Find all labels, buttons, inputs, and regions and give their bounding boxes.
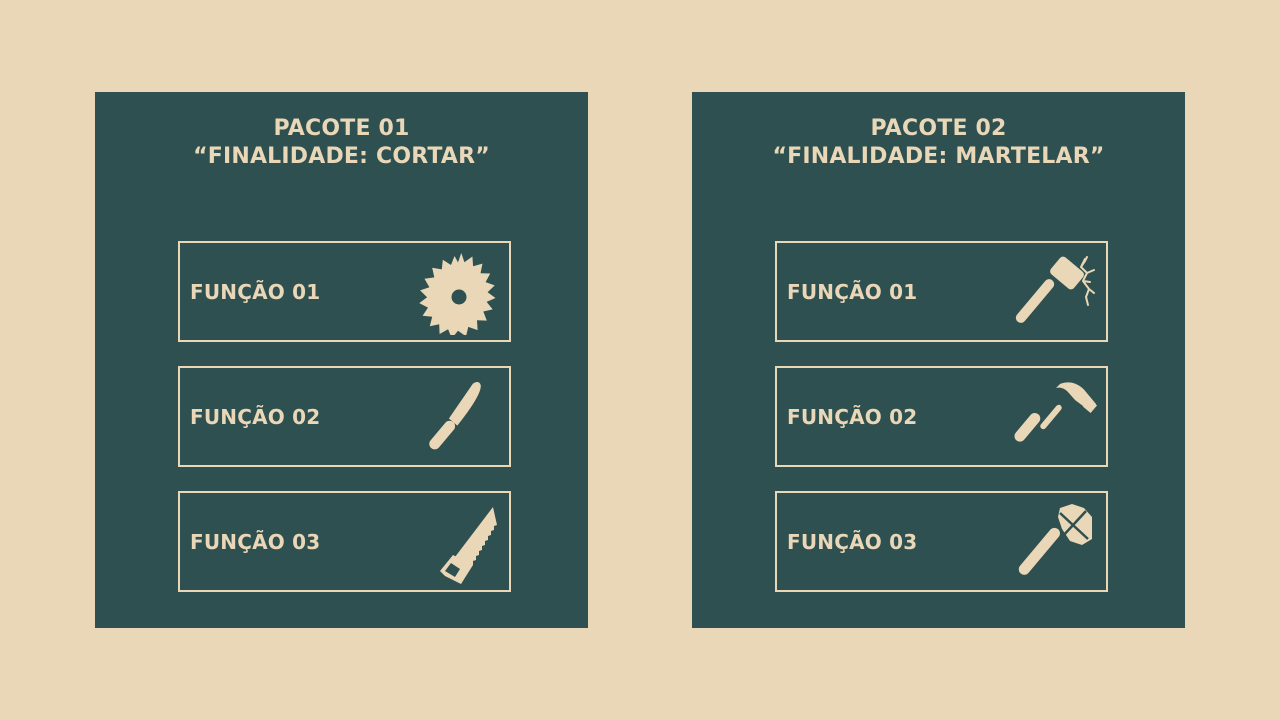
package-panel-01: PACOTE 01 “FINALIDADE: CORTAR” FUNÇÃO 01…	[95, 92, 588, 628]
package-title: PACOTE 01 “FINALIDADE: CORTAR”	[95, 115, 588, 171]
function-box-03: FUNÇÃO 03	[178, 491, 511, 592]
function-label: FUNÇÃO 03	[190, 529, 321, 554]
knife-icon	[415, 374, 501, 460]
function-label: FUNÇÃO 02	[190, 404, 321, 429]
function-box-01: FUNÇÃO 01	[775, 241, 1108, 342]
stone-hammer-icon	[1012, 499, 1098, 585]
function-label: FUNÇÃO 01	[190, 279, 321, 304]
mallet-icon	[1012, 249, 1098, 335]
function-label: FUNÇÃO 02	[787, 404, 918, 429]
function-box-02: FUNÇÃO 02	[178, 366, 511, 467]
package-panel-02: PACOTE 02 “FINALIDADE: MARTELAR” FUNÇÃO …	[692, 92, 1185, 628]
circular-saw-blade-icon	[415, 249, 501, 335]
hand-saw-icon	[415, 499, 501, 585]
function-label: FUNÇÃO 03	[787, 529, 918, 554]
function-box-03: FUNÇÃO 03	[775, 491, 1108, 592]
package-title-line1: PACOTE 02	[870, 116, 1007, 141]
package-title-line2: “FINALIDADE: CORTAR”	[193, 144, 490, 169]
function-label: FUNÇÃO 01	[787, 279, 918, 304]
function-box-01: FUNÇÃO 01	[178, 241, 511, 342]
package-title-line1: PACOTE 01	[273, 116, 410, 141]
package-title: PACOTE 02 “FINALIDADE: MARTELAR”	[692, 115, 1185, 171]
package-title-line2: “FINALIDADE: MARTELAR”	[772, 144, 1105, 169]
function-box-02: FUNÇÃO 02	[775, 366, 1108, 467]
claw-hammer-icon	[1012, 374, 1098, 460]
